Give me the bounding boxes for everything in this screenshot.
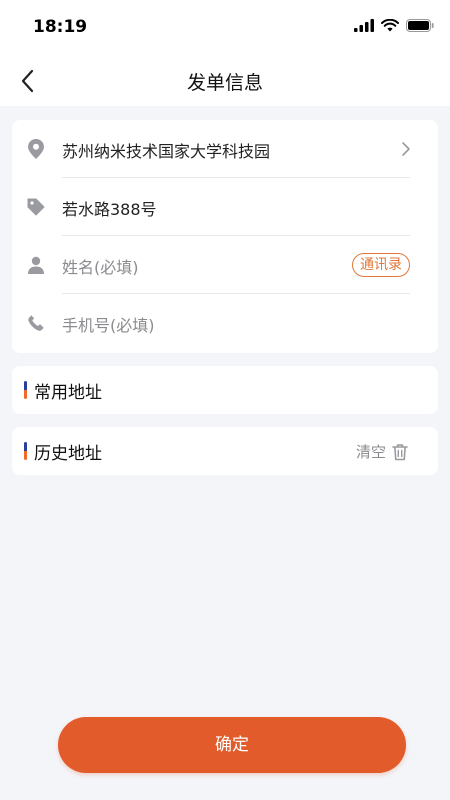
address-text: 苏州纳米技术国家大学科技园 (62, 142, 271, 161)
common-address-section[interactable]: 常用地址 (12, 366, 438, 414)
phone-input[interactable]: 手机号(必填) (62, 312, 155, 336)
clear-label: 清空 (355, 443, 386, 461)
history-address-section: 历史地址 清空 (12, 427, 438, 475)
section-marker (24, 381, 27, 399)
phone-icon (26, 313, 46, 333)
contacts-button[interactable]: 通讯录 (352, 253, 410, 277)
person-icon (26, 255, 46, 275)
signal-icon (354, 19, 374, 32)
phone-row[interactable]: 手机号(必填) (12, 294, 438, 352)
section-marker (24, 442, 27, 460)
street-row[interactable]: 若水路388号 (12, 178, 438, 236)
name-row[interactable]: 姓名(必填) 通讯录 (12, 236, 438, 294)
history-address-title: 历史地址 (34, 444, 102, 464)
clear-history-button[interactable]: 清空 (356, 441, 408, 462)
battery-icon (406, 19, 434, 32)
address-form-card: 苏州纳米技术国家大学科技园 若水路388号 姓名(必填) 通讯录 手机号(必填) (12, 120, 438, 353)
status-time: 18:19 (33, 17, 88, 37)
location-pin-icon (26, 139, 46, 159)
trash-icon (392, 443, 408, 460)
address-row[interactable]: 苏州纳米技术国家大学科技园 (12, 120, 438, 178)
wifi-icon (381, 19, 399, 32)
tag-icon (26, 197, 46, 217)
confirm-button[interactable]: 确定 (58, 717, 406, 773)
name-input[interactable]: 姓名(必填) (62, 254, 139, 278)
status-icons (354, 19, 434, 32)
page-title: 发单信息 (186, 72, 263, 94)
chevron-right-icon[interactable] (400, 141, 412, 157)
common-address-title: 常用地址 (34, 383, 102, 403)
status-bar: 18:19 (0, 0, 450, 56)
nav-bar: 发单信息 (0, 56, 450, 106)
street-text: 若水路388号 (62, 200, 157, 219)
